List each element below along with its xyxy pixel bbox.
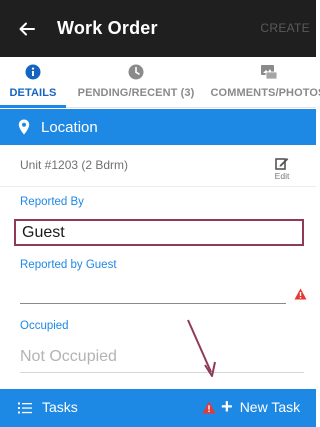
- tab-label: COMMENTS/PHOTOS: [210, 87, 320, 99]
- clock-icon: [128, 64, 144, 80]
- reported-by-label: Reported By: [20, 196, 84, 208]
- tasks-label: Tasks: [42, 399, 78, 415]
- edit-button[interactable]: Edit: [270, 157, 294, 181]
- list-icon: [18, 401, 32, 414]
- tab-bar: DETAILS PENDING/RECENT (3) COMMENTS/PHOT…: [0, 57, 320, 108]
- page-title: Work Order: [57, 18, 158, 38]
- warning-icon: [202, 401, 216, 414]
- unit-row: Unit #1203 (2 Bdrm) Edit: [0, 146, 316, 186]
- create-button[interactable]: CREATE: [260, 21, 310, 35]
- unit-text: Unit #1203 (2 Bdrm): [20, 158, 129, 172]
- tab-pending-recent[interactable]: PENDING/RECENT (3): [74, 57, 198, 107]
- photo-icon: [260, 64, 278, 80]
- divider: [0, 186, 316, 187]
- new-task-label: New Task: [239, 399, 301, 415]
- occupied-label: Occupied: [20, 320, 69, 332]
- tab-label: PENDING/RECENT (3): [77, 87, 195, 99]
- tab-label: DETAILS: [9, 87, 57, 99]
- back-arrow-icon[interactable]: [18, 20, 36, 38]
- reported-by-guest-input[interactable]: [20, 303, 286, 304]
- bottom-action-bar: Tasks + New Task: [0, 389, 316, 427]
- occupied-underline: [20, 372, 304, 373]
- reported-by-guest-label: Reported by Guest: [20, 259, 117, 271]
- pin-icon: [18, 119, 30, 135]
- reported-by-value: Guest: [22, 223, 65, 241]
- info-icon: [25, 64, 41, 80]
- edit-label: Edit: [274, 171, 290, 181]
- app-bar: Work Order CREATE: [0, 0, 316, 57]
- occupied-select[interactable]: Not Occupied: [20, 348, 117, 366]
- new-task-button[interactable]: + New Task: [221, 396, 301, 418]
- tab-comments-photos[interactable]: COMMENTS/PHOTOS: [208, 57, 320, 107]
- tab-active-indicator: [0, 105, 66, 108]
- reported-by-select[interactable]: Guest: [14, 219, 304, 246]
- tab-details[interactable]: DETAILS: [0, 57, 66, 108]
- edit-icon: [275, 157, 289, 170]
- tasks-button[interactable]: Tasks: [18, 399, 78, 415]
- location-label: Location: [41, 118, 98, 136]
- warning-icon: [294, 287, 307, 300]
- plus-icon: +: [221, 396, 233, 418]
- location-section-header[interactable]: Location: [0, 109, 316, 145]
